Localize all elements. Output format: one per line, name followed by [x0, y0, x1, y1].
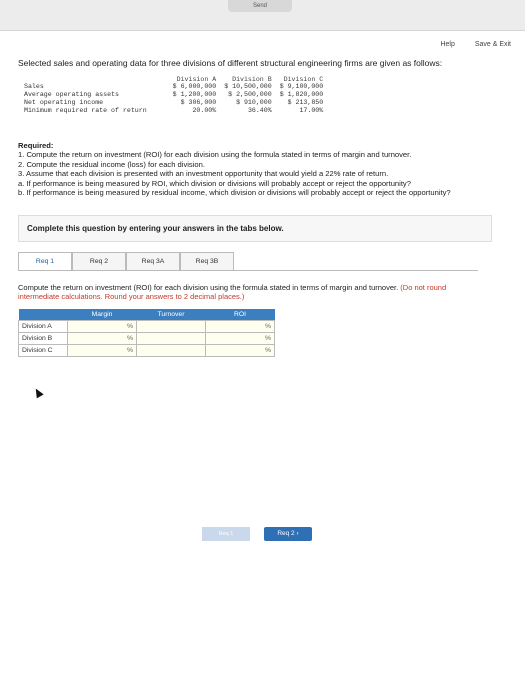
table-cell: 36.40%: [247, 107, 272, 114]
percent-unit: %: [264, 323, 271, 331]
row-label: Average operating assets: [24, 91, 119, 98]
table-cell: $ 2,500,000: [228, 91, 272, 98]
row-label: Division C: [18, 344, 68, 358]
roi-header-roi: ROI: [205, 309, 275, 321]
division-data-table: Division A Division B Division C Sales $…: [24, 76, 331, 115]
table-row: Net operating income $ 306,000 $ 910,000…: [24, 99, 331, 107]
tab-req-3b[interactable]: Req 3B: [180, 252, 234, 271]
percent-unit: %: [264, 347, 271, 355]
table-row: Division C % %: [18, 344, 275, 358]
send-button[interactable]: Send: [228, 0, 292, 12]
roi-header-blank: [18, 309, 68, 321]
percent-unit: %: [126, 323, 133, 331]
roi-header-margin: Margin: [67, 309, 137, 321]
table-cell: $ 1,200,000: [172, 91, 217, 98]
table-row: Sales $ 6,000,000 $ 10,500,000 $ 9,100,0…: [24, 83, 331, 91]
table-row: Division A % %: [18, 320, 275, 334]
required-item: b. If performance is being measured by r…: [18, 188, 451, 198]
tab-req-1[interactable]: Req 1: [18, 252, 72, 271]
required-item: 3. Assume that each division is presente…: [18, 169, 389, 179]
tab-req-3a[interactable]: Req 3A: [126, 252, 180, 271]
instructions: Compute the return on investment (ROI) f…: [18, 283, 488, 301]
table-row: Average operating assets $ 1,200,000 $ 2…: [24, 91, 331, 99]
margin-input[interactable]: %: [67, 332, 137, 346]
data-header-division-b: Division B: [232, 76, 272, 83]
row-label: Minimum required rate of return: [24, 107, 147, 114]
table-cell: $ 9,100,000: [279, 83, 324, 90]
roi-input[interactable]: %: [205, 344, 275, 358]
tab-req-2[interactable]: Req 2: [72, 252, 126, 271]
percent-unit: %: [264, 335, 271, 343]
row-label: Division B: [18, 332, 68, 346]
required-item: 2. Compute the residual income (loss) fo…: [18, 159, 205, 169]
turnover-input[interactable]: [136, 344, 206, 358]
next-req-button[interactable]: Req 2 ›: [264, 527, 312, 541]
roi-answer-table: Margin Turnover ROI Division A % % Divis…: [18, 309, 275, 358]
margin-input[interactable]: %: [67, 320, 137, 334]
question-content: Selected sales and operating data for th…: [14, 58, 514, 358]
roi-header-turnover: Turnover: [136, 309, 206, 321]
required-item: a. If performance is being measured by R…: [18, 178, 411, 188]
top-toolbar: Send: [0, 0, 525, 31]
table-cell: $ 1,820,000: [279, 91, 324, 98]
save-exit-link[interactable]: Save & Exit: [475, 41, 511, 48]
table-cell: $ 910,000: [236, 99, 272, 106]
required-heading: Required:: [18, 141, 54, 150]
row-label: Division A: [18, 320, 68, 334]
table-cell: 17.00%: [299, 107, 324, 114]
roi-input[interactable]: %: [205, 332, 275, 346]
table-row: Minimum required rate of return 20.00% 3…: [24, 107, 331, 115]
intro-text: Selected sales and operating data for th…: [18, 58, 443, 68]
mouse-cursor-icon: [32, 386, 44, 399]
required-section: Required: 1. Compute the return on inves…: [18, 141, 514, 197]
table-row: Division B % %: [18, 332, 275, 346]
row-label: Sales: [24, 83, 44, 90]
data-header-division-c: Division C: [283, 76, 324, 83]
turnover-input[interactable]: [136, 332, 206, 346]
table-cell: 20.00%: [192, 107, 217, 114]
table-cell: $ 213,850: [287, 99, 324, 106]
roi-input[interactable]: %: [205, 320, 275, 334]
turnover-input[interactable]: [136, 320, 206, 334]
table-cell: $ 10,500,000: [224, 83, 272, 90]
data-header-division-a: Division A: [176, 76, 217, 83]
prev-req-button[interactable]: Req 1: [202, 527, 250, 541]
percent-unit: %: [126, 335, 133, 343]
required-item: 1. Compute the return on investment (ROI…: [18, 150, 412, 160]
header-links: Help Save & Exit: [422, 41, 511, 48]
instructions-main: Compute the return on investment (ROI) f…: [18, 283, 399, 293]
table-cell: $ 6,000,000: [172, 83, 217, 90]
requirement-tabs: Req 1 Req 2 Req 3A Req 3B: [18, 252, 478, 272]
complete-question-banner: Complete this question by entering your …: [18, 215, 492, 243]
data-header-blank: [24, 76, 173, 83]
table-cell: $ 306,000: [180, 99, 217, 106]
row-label: Net operating income: [24, 99, 104, 106]
help-link[interactable]: Help: [440, 41, 454, 48]
percent-unit: %: [126, 347, 133, 355]
margin-input[interactable]: %: [67, 344, 137, 358]
